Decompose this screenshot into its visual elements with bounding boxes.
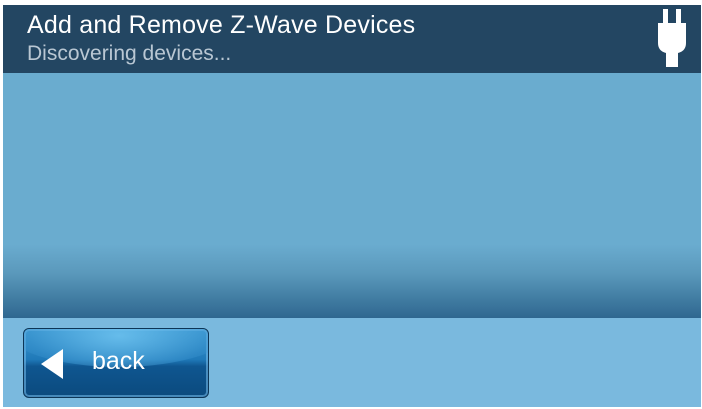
footer-bar: back <box>3 318 701 407</box>
zwave-screen: Add and Remove Z-Wave Devices Discoverin… <box>3 5 701 407</box>
back-arrow-icon <box>41 349 63 379</box>
header-bar: Add and Remove Z-Wave Devices Discoverin… <box>3 5 701 73</box>
back-button-label: back <box>92 347 145 375</box>
status-text: Discovering devices... <box>27 42 232 65</box>
back-button[interactable]: back <box>23 328 209 398</box>
device-list-area <box>3 73 701 318</box>
page-title: Add and Remove Z-Wave Devices <box>27 11 416 39</box>
power-plug-icon <box>658 9 686 67</box>
